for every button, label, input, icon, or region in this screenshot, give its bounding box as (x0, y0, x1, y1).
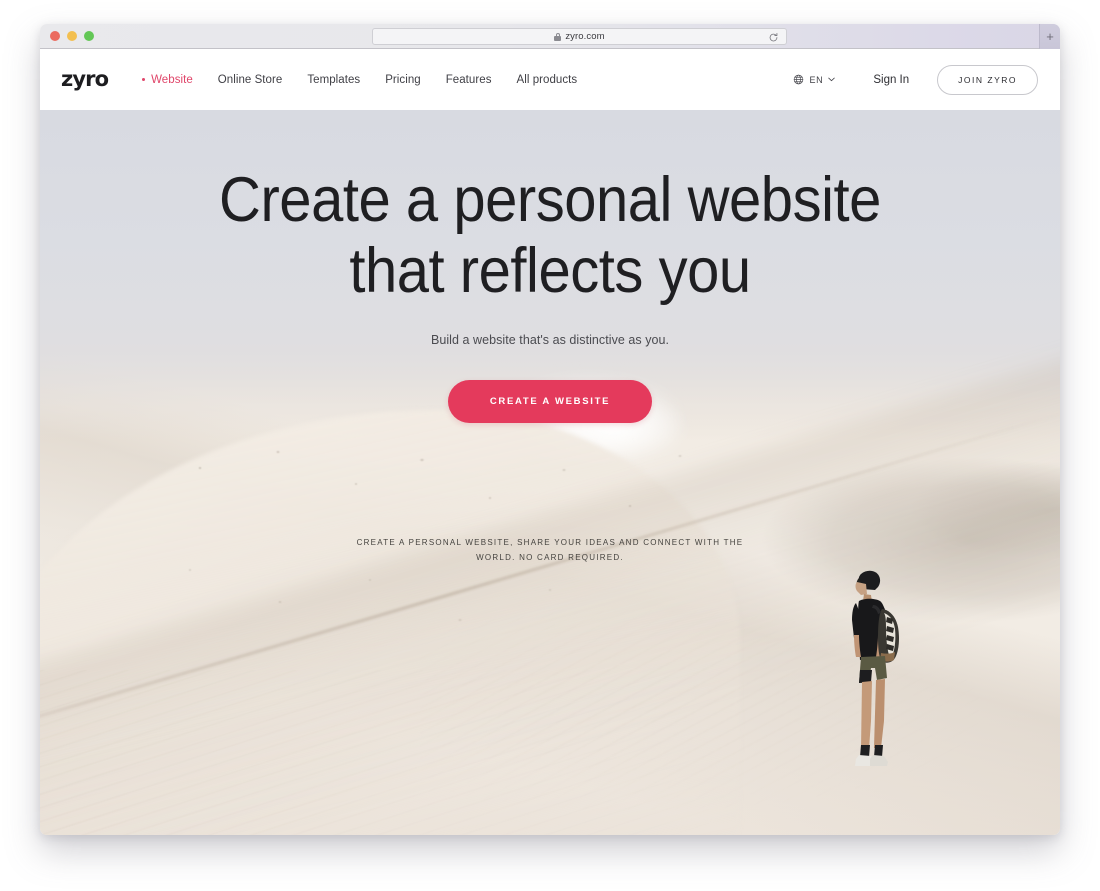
sand-speck-texture-secondary (130, 550, 650, 670)
nav-item-all-products[interactable]: All products (517, 74, 578, 86)
website-viewport: zyro Website Online Store Templates Pric… (40, 49, 1060, 835)
address-bar-url: zyro.com (565, 31, 605, 42)
join-zyro-button[interactable]: JOIN ZYRO (937, 64, 1038, 95)
lock-icon (554, 32, 562, 41)
hero-title-line-1: Create a personal website (219, 165, 881, 235)
minimize-window-button[interactable] (67, 31, 77, 41)
close-window-button[interactable] (50, 31, 60, 41)
hero-caption: CREATE A PERSONAL WEBSITE, SHARE YOUR ID… (355, 536, 745, 566)
create-a-website-button[interactable]: CREATE A WEBSITE (447, 380, 653, 424)
hero-caption-line-1: CREATE A PERSONAL WEBSITE, SHARE YOUR ID… (356, 538, 721, 548)
maximize-window-button[interactable] (84, 31, 94, 41)
sign-in-link[interactable]: Sign In (873, 74, 909, 86)
primary-navigation: Website Online Store Templates Pricing F… (142, 74, 577, 86)
navbar-actions: EN Sign In JOIN ZYRO (793, 64, 1038, 95)
zyro-logo[interactable]: zyro (61, 67, 109, 91)
reload-icon[interactable] (768, 32, 779, 43)
hero-title-line-2: that reflects you (349, 236, 751, 307)
nav-item-online-store[interactable]: Online Store (218, 74, 283, 86)
address-bar[interactable]: zyro.com (372, 28, 787, 45)
globe-icon (794, 74, 804, 85)
nav-item-label: Website (151, 73, 193, 86)
hero-subtitle: Build a website that's as distinctive as… (430, 333, 670, 348)
browser-window: zyro.com + zyro Website Online Store Tem… (40, 24, 1060, 835)
nav-item-pricing[interactable]: Pricing (385, 74, 421, 86)
language-selector[interactable]: EN (793, 74, 836, 85)
nav-item-features[interactable]: Features (446, 74, 492, 86)
browser-toolbar: zyro.com + (40, 24, 1060, 49)
nav-item-website[interactable]: Website (142, 74, 193, 86)
hiker-figure (852, 570, 899, 766)
new-tab-button[interactable]: + (1039, 24, 1060, 49)
hero-title: Create a personal website that reflects … (81, 165, 1019, 307)
window-traffic-lights (50, 31, 94, 41)
language-label: EN (809, 74, 824, 85)
active-dot-icon (142, 78, 146, 81)
chevron-down-icon (828, 77, 836, 82)
hero-section: Create a personal website that reflects … (40, 110, 1060, 835)
site-navbar: zyro Website Online Store Templates Pric… (40, 49, 1060, 110)
hero-content: Create a personal website that reflects … (40, 110, 1060, 566)
nav-item-templates[interactable]: Templates (307, 74, 360, 86)
